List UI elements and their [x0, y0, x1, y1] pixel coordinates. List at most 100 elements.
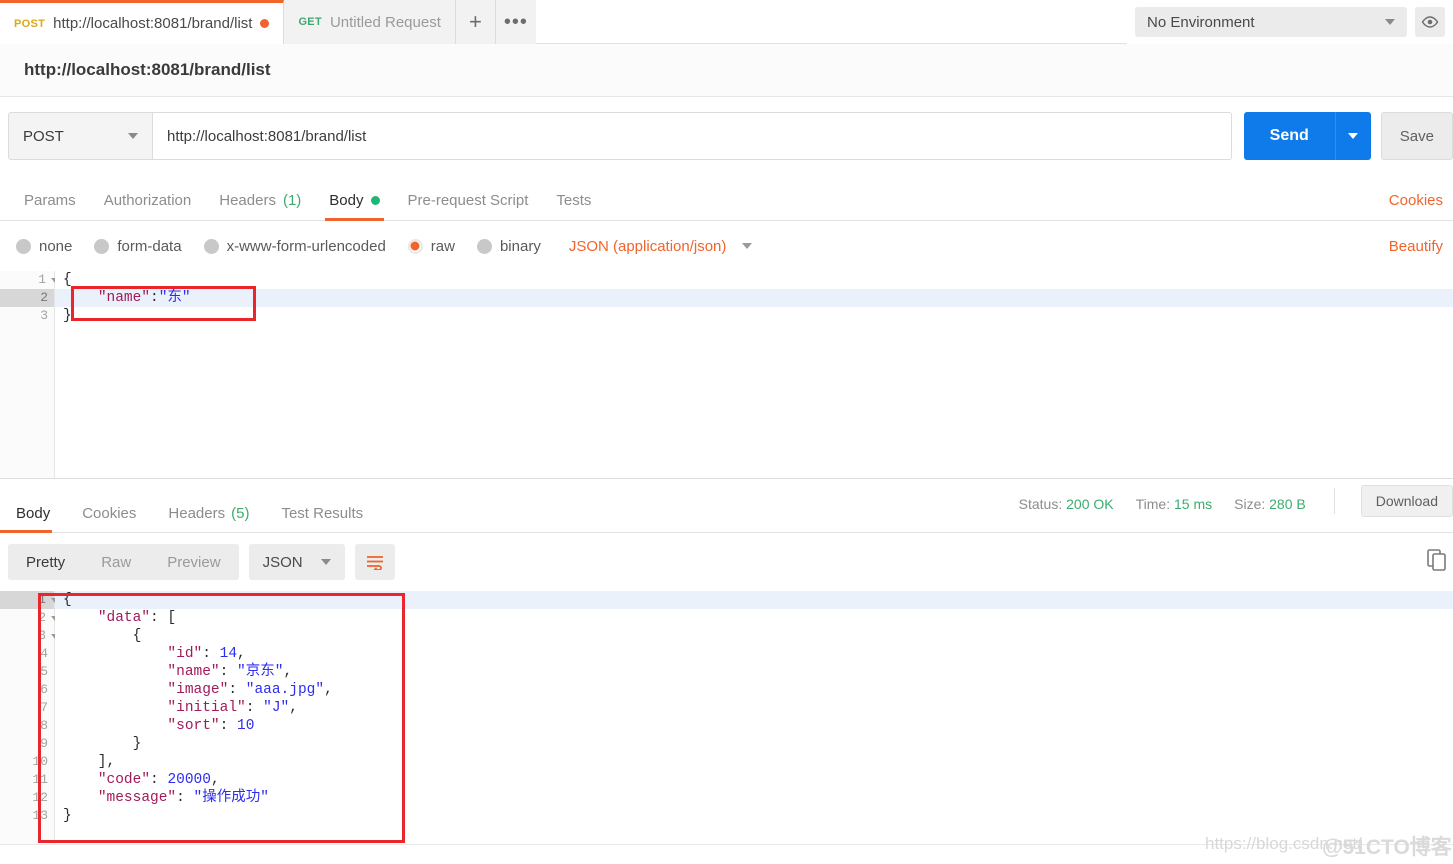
- line-number: 10: [0, 753, 54, 771]
- response-tab-cookies[interactable]: Cookies: [66, 505, 152, 532]
- code-line[interactable]: {: [55, 591, 1453, 609]
- body-type-urlencoded[interactable]: x-www-form-urlencoded: [204, 238, 386, 255]
- code-line[interactable]: "message": "操作成功": [55, 789, 1453, 807]
- code-line[interactable]: {: [55, 271, 1453, 289]
- tab-params[interactable]: Params: [10, 192, 90, 220]
- code-token: "aaa.jpg": [246, 682, 324, 698]
- send-button[interactable]: Send: [1244, 112, 1335, 160]
- environment-quick-look-button[interactable]: [1415, 7, 1445, 37]
- code-line[interactable]: }: [55, 307, 1453, 325]
- code-token: }: [63, 308, 72, 324]
- new-tab-button[interactable]: +: [456, 0, 496, 44]
- body-type-label: x-www-form-urlencoded: [227, 238, 386, 255]
- copy-icon: [1427, 549, 1447, 571]
- response-tab-headers[interactable]: Headers (5): [152, 505, 265, 532]
- tab-label: Headers: [219, 192, 276, 209]
- code-token: 20000: [167, 772, 211, 788]
- url-input[interactable]: http://localhost:8081/brand/list: [152, 112, 1232, 160]
- beautify-link[interactable]: Beautify: [1389, 238, 1453, 255]
- code-line[interactable]: "name": "京东",: [55, 663, 1453, 681]
- code-line[interactable]: {: [55, 627, 1453, 645]
- download-response-button[interactable]: Download: [1361, 485, 1453, 517]
- response-headers-count: (5): [231, 505, 249, 522]
- body-type-raw[interactable]: raw: [408, 238, 455, 255]
- code-token: }: [63, 736, 141, 752]
- size-value: 280 B: [1269, 496, 1306, 512]
- view-mode-preview[interactable]: Preview: [149, 544, 238, 580]
- response-editor-code[interactable]: { "data": [ { "id": 14, "name": "京东", "i…: [55, 591, 1453, 844]
- tab-authorization[interactable]: Authorization: [90, 192, 206, 220]
- view-mode-pretty[interactable]: Pretty: [8, 544, 83, 580]
- line-number: 4: [0, 645, 54, 663]
- request-body-editor[interactable]: 123 { "name":"东"}: [0, 271, 1453, 479]
- code-line[interactable]: "id": 14,: [55, 645, 1453, 663]
- body-type-form-data[interactable]: form-data: [94, 238, 181, 255]
- code-token: :: [220, 664, 237, 680]
- response-bar: Body Cookies Headers (5) Test Results St…: [0, 485, 1453, 533]
- headers-count: (1): [283, 192, 301, 209]
- code-token: ,: [237, 646, 246, 662]
- body-type-none[interactable]: none: [16, 238, 72, 255]
- code-line[interactable]: }: [55, 807, 1453, 825]
- tab-headers[interactable]: Headers (1): [205, 192, 315, 220]
- code-token: ],: [63, 754, 115, 770]
- body-present-dot-icon: [371, 196, 380, 205]
- radio-icon: [204, 239, 219, 254]
- http-method-selector[interactable]: POST: [8, 112, 153, 160]
- request-tab-get[interactable]: GET Untitled Request: [284, 0, 455, 44]
- request-tab-list: POST http://localhost:8081/brand/list GE…: [0, 0, 536, 44]
- tab-tests[interactable]: Tests: [542, 192, 605, 220]
- code-line[interactable]: "sort": 10: [55, 717, 1453, 735]
- line-number: 11: [0, 771, 54, 789]
- code-token: [63, 646, 167, 662]
- code-token: "image": [167, 682, 228, 698]
- code-line[interactable]: "code": 20000,: [55, 771, 1453, 789]
- request-tab-title: http://localhost:8081/brand/list: [53, 15, 252, 32]
- code-line[interactable]: "initial": "J",: [55, 699, 1453, 717]
- save-button[interactable]: Save: [1381, 112, 1453, 160]
- code-token: "J": [263, 700, 289, 716]
- view-mode-raw[interactable]: Raw: [83, 544, 149, 580]
- code-line[interactable]: }: [55, 735, 1453, 753]
- request-editor-code[interactable]: { "name":"东"}: [55, 271, 1453, 478]
- body-type-binary[interactable]: binary: [477, 238, 541, 255]
- request-cookies-link[interactable]: Cookies: [1389, 192, 1453, 220]
- word-wrap-button[interactable]: [355, 544, 395, 580]
- environment-selector[interactable]: No Environment: [1135, 7, 1407, 37]
- tab-label: Pre-request Script: [408, 192, 529, 209]
- line-number: 12: [0, 789, 54, 807]
- code-token: [63, 700, 167, 716]
- tab-options-button[interactable]: •••: [496, 0, 536, 44]
- status-value: 200 OK: [1066, 496, 1113, 512]
- tab-body[interactable]: Body: [315, 192, 393, 220]
- line-number: 2: [0, 289, 54, 307]
- request-editor-gutter: 123: [0, 271, 55, 478]
- send-options-button[interactable]: [1335, 112, 1371, 160]
- request-name[interactable]: http://localhost:8081/brand/list: [24, 60, 271, 80]
- word-wrap-icon: [365, 554, 385, 570]
- code-line[interactable]: "name":"东": [55, 289, 1453, 307]
- bottom-strip: [0, 844, 1453, 864]
- code-token: [63, 790, 98, 806]
- request-tab-method: POST: [14, 18, 45, 30]
- code-line[interactable]: "image": "aaa.jpg",: [55, 681, 1453, 699]
- response-body-editor[interactable]: 12345678910111213 { "data": [ { "id": 14…: [0, 591, 1453, 844]
- code-token: :: [246, 700, 263, 716]
- code-line[interactable]: "data": [: [55, 609, 1453, 627]
- code-token: "name": [98, 290, 150, 306]
- copy-response-button[interactable]: [1427, 549, 1447, 576]
- response-tab-body[interactable]: Body: [0, 505, 66, 532]
- response-format-selector[interactable]: JSON: [249, 544, 345, 580]
- response-tab-test-results[interactable]: Test Results: [265, 505, 379, 532]
- code-token: :: [202, 646, 219, 662]
- time-label: Time:: [1136, 496, 1170, 512]
- code-token: "message": [98, 790, 176, 806]
- line-number: 6: [0, 681, 54, 699]
- environment-label: No Environment: [1147, 14, 1255, 31]
- code-token: 10: [237, 718, 254, 734]
- request-tab-post[interactable]: POST http://localhost:8081/brand/list: [0, 0, 284, 44]
- content-type-selector[interactable]: JSON (application/json): [569, 238, 753, 255]
- code-token: [63, 718, 167, 734]
- tab-pre-request-script[interactable]: Pre-request Script: [394, 192, 543, 220]
- code-line[interactable]: ],: [55, 753, 1453, 771]
